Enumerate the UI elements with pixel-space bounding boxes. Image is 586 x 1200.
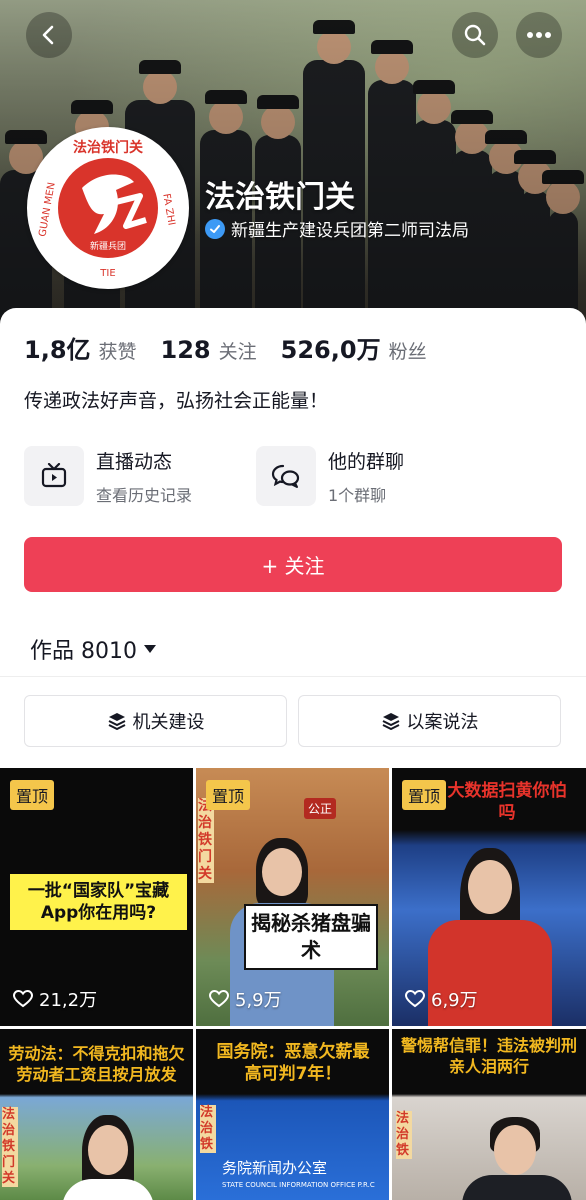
video-caption: 一批“国家队”宝藏App你在用吗? [10, 874, 187, 930]
stat-likes[interactable]: 1,8亿 获赞 [24, 330, 137, 365]
profile-bio: 传递政法好声音，弘扬社会正能量！ [24, 390, 329, 412]
person-silhouette [494, 1125, 536, 1175]
back-button[interactable] [26, 12, 72, 58]
stat-value: 128 [160, 336, 211, 364]
collection-label: 以案说法 [406, 712, 479, 733]
pinned-badge: 置顶 [10, 780, 55, 810]
avatar-logo-icon: 新疆兵团 法治铁门关 FA ZHI GUAN MEN TIE [32, 132, 184, 284]
like-count: 21,2万 [13, 986, 97, 1012]
video-tile[interactable]: 警惕帮信罪！违法被判刑 亲人泪两行 法治铁 [392, 1029, 586, 1200]
stat-value: 526,0万 [280, 336, 381, 364]
collection-label: 机关建设 [132, 712, 205, 733]
person-silhouette [462, 1175, 572, 1200]
feature-title: 他的群聊 [328, 450, 405, 473]
stats-row: 1,8亿 获赞 128 关注 526,0万 粉丝 [24, 330, 451, 365]
stat-value: 1,8亿 [24, 336, 91, 364]
feature-title: 直播动态 [96, 450, 173, 473]
video-sign-text: 公正 [304, 798, 337, 819]
like-count: 5,9万 [209, 986, 282, 1012]
video-tile[interactable]: 法治铁门关 公正 置顶 揭秘杀猪盘骗 术 5,9万 [196, 768, 389, 1026]
more-button[interactable] [516, 12, 562, 58]
person-silhouette [62, 1179, 154, 1200]
collection-button[interactable]: 机关建设 [24, 695, 287, 747]
avatar[interactable]: 新疆兵团 法治铁门关 FA ZHI GUAN MEN TIE [27, 127, 189, 289]
person-silhouette [88, 1125, 128, 1175]
like-count: 6,9万 [405, 986, 478, 1012]
verified-badge-icon [205, 218, 225, 239]
heart-icon [13, 990, 33, 1008]
collection-button[interactable]: 以案说法 [298, 695, 561, 747]
stat-label: 获赞 [98, 341, 137, 363]
divider [0, 676, 586, 677]
verified-row: 新疆生产建设兵团第二师司法局 [205, 216, 469, 241]
stat-followers[interactable]: 526,0万 粉丝 [281, 330, 427, 365]
verified-text: 新疆生产建设兵团第二师司法局 [231, 221, 469, 241]
video-grid: 置顶 一批“国家队”宝藏App你在用吗? 21,2万 法治铁门关 公正 置顶 揭… [0, 768, 586, 1200]
chevron-left-icon [42, 25, 54, 45]
video-caption: 揭秘杀猪盘骗 术 [244, 904, 378, 970]
stack-icon [382, 713, 399, 730]
video-tile[interactable]: 置顶 一批“国家队”宝藏App你在用吗? 21,2万 [0, 768, 193, 1026]
avatar-ring-top: 法治铁门关 [73, 139, 143, 156]
video-banner-text: 法治铁门关 [198, 798, 214, 883]
video-tile[interactable]: 大数据扫黄你怕吗 置顶 6,9万 [392, 768, 586, 1026]
live-history-entry[interactable]: 直播动态 查看历史记录 [24, 446, 192, 506]
search-button[interactable] [452, 12, 498, 58]
video-caption: 警惕帮信罪！违法被判刑 亲人泪两行 [400, 1036, 577, 1076]
person-silhouette [262, 848, 302, 896]
stat-label: 关注 [218, 341, 257, 363]
video-subtitle-en: STATE COUNCIL INFORMATION OFFICE P.R.C [222, 1181, 375, 1189]
works-label: 作品 8010 [30, 639, 137, 664]
pinned-badge: 置顶 [402, 780, 447, 810]
video-tile[interactable]: 国务院：恶意欠薪最高可判7年！ 法治铁 务院新闻办公室 STATE COUNCI… [196, 1029, 389, 1200]
video-subtitle: 务院新闻办公室 [222, 1159, 328, 1177]
stack-icon [108, 713, 125, 730]
video-banner-text: 法治铁门关 [2, 1107, 18, 1187]
pinned-badge: 置顶 [206, 780, 251, 810]
profile-nickname: 法治铁门关 [205, 180, 355, 215]
video-caption: 大数据扫黄你怕吗 [447, 781, 567, 823]
like-count-value: 6,9万 [431, 990, 478, 1011]
video-banner-text: 法治铁 [396, 1111, 412, 1159]
works-tab[interactable]: 作品 8010 [30, 633, 157, 665]
feature-subtitle: 查看历史记录 [96, 485, 193, 505]
group-chat-entry[interactable]: 他的群聊 1个群聊 [256, 446, 404, 506]
video-banner-text: 法治铁 [200, 1105, 216, 1153]
stat-label: 粉丝 [388, 341, 427, 363]
person-silhouette [468, 860, 512, 914]
like-count-value: 5,9万 [235, 990, 282, 1011]
more-dots-icon [527, 32, 551, 38]
heart-icon [209, 990, 229, 1008]
avatar-ring-bottom: TIE [99, 268, 115, 279]
tv-icon [24, 446, 84, 506]
video-caption: 劳动法：不得克扣和拖欠劳动者工资且按月放发 [8, 1044, 185, 1084]
chat-bubbles-icon [256, 446, 316, 506]
caret-down-icon [143, 645, 156, 653]
feature-subtitle: 1个群聊 [328, 485, 387, 505]
avatar-emblem-text: 新疆兵团 [90, 240, 126, 252]
follow-button[interactable]: + 关注 [24, 537, 562, 592]
stat-following[interactable]: 128 关注 [161, 336, 257, 364]
heart-icon [405, 990, 425, 1008]
like-count-value: 21,2万 [39, 990, 98, 1011]
video-caption: 国务院：恶意欠薪最高可判7年！ [216, 1042, 370, 1084]
video-tile[interactable]: 劳动法：不得克扣和拖欠劳动者工资且按月放发 法治铁门关 [0, 1029, 193, 1200]
search-icon [464, 24, 486, 46]
